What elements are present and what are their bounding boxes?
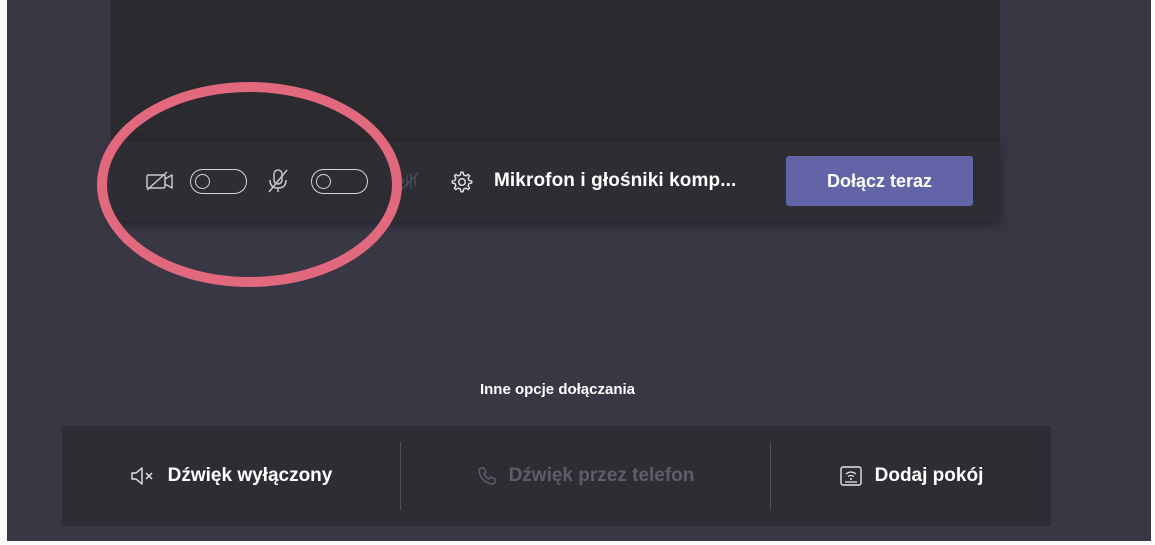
audio-device-settings-label[interactable]: Mikrofon i głośniki komp...: [494, 170, 736, 192]
option-label: Dźwięk przez telefon: [508, 465, 695, 486]
other-join-options-panel: Dźwięk wyłączony Dźwięk przez telefon Do…: [62, 426, 1051, 526]
window-frame-left: [0, 0, 7, 545]
room-device-icon: [839, 465, 863, 487]
gear-icon[interactable]: [450, 170, 474, 194]
phone-icon: [477, 466, 497, 486]
audio-off-option[interactable]: Dźwięk wyłączony: [62, 426, 400, 526]
speaker-off-icon: [130, 466, 156, 486]
window-frame-right: [1151, 0, 1155, 545]
join-now-button[interactable]: Dołącz teraz: [786, 156, 973, 206]
option-label: Dodaj pokój: [874, 465, 984, 486]
phone-audio-option[interactable]: Dźwięk przez telefon: [401, 426, 770, 526]
other-join-options-title: Inne opcje dołączania: [479, 381, 636, 398]
window-frame-bottom: [0, 541, 1155, 545]
noise-suppression-icon[interactable]: [400, 171, 420, 191]
add-room-option[interactable]: Dodaj pokój: [771, 426, 1051, 526]
option-label: Dźwięk wyłączony: [167, 465, 333, 486]
highlight-annotation-ellipse: [97, 82, 402, 287]
